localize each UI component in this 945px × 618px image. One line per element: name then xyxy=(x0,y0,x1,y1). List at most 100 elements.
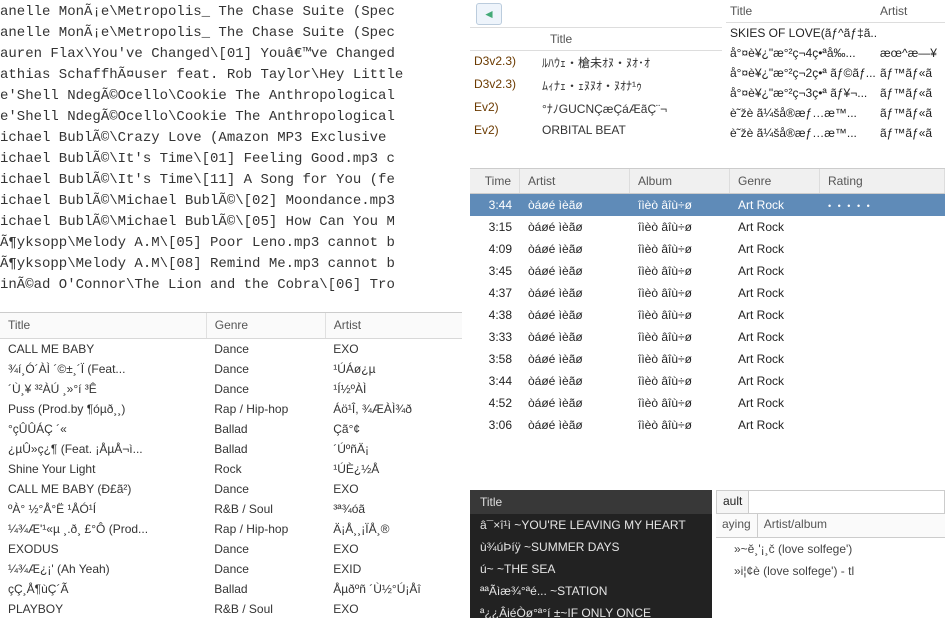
cell-genre: Dance xyxy=(206,479,325,499)
list-item[interactable]: »~ĕ¸'¡¸č (love solfege') xyxy=(716,538,945,560)
table-row[interactable]: EXODUSDanceEXO xyxy=(0,539,462,559)
cell-genre: Rock xyxy=(206,459,325,479)
cell-genre: R&B / Soul xyxy=(206,599,325,618)
cell-artist: òáøé ìèãø xyxy=(520,304,630,326)
col-title[interactable]: Title xyxy=(470,490,712,514)
col-artist[interactable]: Artist xyxy=(520,169,630,193)
table-row[interactable]: Puss (Prod.by ¶óµð¸¸)Rap / Hip-hopÁö¹Î, … xyxy=(0,399,462,419)
cell-artist: Áö¹Î, ¾ÆÀÌ¾ð xyxy=(325,399,462,419)
cell-title: å°¤è¥¿"æ°²ç¬2ç•ª ãƒ©ãƒ... xyxy=(726,66,876,80)
cell-genre: Art Rock xyxy=(730,348,820,370)
col-genre[interactable]: Genre xyxy=(730,169,820,193)
table-row[interactable]: 3:44òáøé ìèãøîìèò âîù÷øArt Rock• • • • • xyxy=(470,194,945,216)
table-row[interactable]: è˜žè ã¼šå®æƒ…æ™...ãƒ™ãƒ«ã xyxy=(726,123,945,143)
table-row[interactable]: 3:15òáøé ìèãøîìèò âîù÷øArt Rock xyxy=(470,216,945,238)
table-row[interactable]: ¼¾Æ¿¡' (Ah Yeah)DanceEXID xyxy=(0,559,462,579)
cell-title: SKIES OF LOVE(ãƒ^ãƒ‡ã... xyxy=(726,26,876,40)
table-row[interactable]: ´Ù¸¥ ³²ÀÚ ¸»°í ³ÊDance¹Í½ºÀÌ xyxy=(0,379,462,399)
table-row[interactable]: 3:45òáøé ìèãøîìèò âîù÷øArt Rock xyxy=(470,260,945,282)
cell-time: 3:45 xyxy=(470,260,520,282)
cell-genre: Art Rock xyxy=(730,282,820,304)
cell-album: îìèò âîù÷ø xyxy=(630,260,730,282)
list-item[interactable]: ú~ ~THE SEA xyxy=(470,558,712,580)
list-item[interactable]: ªªÃìæ¾°ªé... ~STATION xyxy=(470,580,712,602)
col-title[interactable]: Title xyxy=(542,28,580,50)
table-row[interactable]: å°¤è¥¿"æ°²ç¬3ç•ª ãƒ¥¬...ãƒ™ãƒ«ã xyxy=(726,83,945,103)
cell-title: CALL ME BABY (Ð£ã²) xyxy=(0,479,206,499)
cell-genre: R&B / Soul xyxy=(206,499,325,519)
table-row[interactable]: D3v2.3)ﾙﾊｳｪ・槍未ｵﾇ・ﾇｵ･ｵ xyxy=(470,51,722,74)
table-row[interactable]: D3v2.3)ﾑｨﾅｪ・ｪﾇﾇｵ・ﾇｵﾅ¹ｩ xyxy=(470,74,722,97)
table-row[interactable]: çÇ¸Å¶ùÇ´ÃBalladÅµðºñ ´Ù½°Ú¡Åî xyxy=(0,579,462,599)
table-row[interactable]: 3:44òáøé ìèãøîìèò âîù÷øArt Rock xyxy=(470,370,945,392)
cell-artist: ãƒ™ãƒ«ã xyxy=(876,106,932,120)
cell-title: EXODUS xyxy=(0,539,206,559)
col-playing[interactable]: aying xyxy=(716,514,758,537)
cell-title: Puss (Prod.by ¶óµð¸¸) xyxy=(0,399,206,419)
cell-artist: òáøé ìèãø xyxy=(520,392,630,414)
table-row[interactable]: ¾í¸Ó´ÀÌ ´©±¸´Ï (Feat...Dance¹ÚÁø¿µ xyxy=(0,359,462,379)
table-row[interactable]: è˜žè ã¼šå®æƒ…æ™...ãƒ™ãƒ«ã xyxy=(726,103,945,123)
table-row[interactable]: ¿µÛ»ç¿¶ (Feat. ¡ÅµÅ¬ì...Ballad´ÚºñÄ¡ xyxy=(0,439,462,459)
table-row[interactable]: Ev2)°ﾅﾉGUCNÇæÇáÆãÇ¨¬ xyxy=(470,97,722,120)
cell-title: PLAYBOY xyxy=(0,599,206,618)
cell-artist: ³ª¾óã xyxy=(325,499,462,519)
table-row[interactable]: CALL ME BABY (Ð£ã²)DanceEXO xyxy=(0,479,462,499)
log-output: anelle MonÃ¡e\Metropolis_ The Chase Suit… xyxy=(0,0,462,296)
table-row[interactable]: 4:09òáøé ìèãøîìèò âîù÷øArt Rock xyxy=(470,238,945,260)
table-row[interactable]: PLAYBOYR&B / SoulEXO xyxy=(0,599,462,618)
cell-album: îìèò âîù÷ø xyxy=(630,414,730,436)
table-row[interactable]: Ev2)ORBITAL BEAT xyxy=(470,120,722,140)
cell-artist: òáøé ìèãø xyxy=(520,370,630,392)
table-row[interactable]: 3:58òáøé ìèãøîìèò âîù÷øArt Rock xyxy=(470,348,945,370)
cell-artist: òáøé ìèãø xyxy=(520,238,630,260)
table-row[interactable]: 4:52òáøé ìèãøîìèò âîù÷øArt Rock xyxy=(470,392,945,414)
col-title[interactable]: Title xyxy=(0,313,206,339)
table-row[interactable]: ºÀ° ½°Å°Ë ¹ÅÓ¹ÍR&B / Soul³ª¾óã xyxy=(0,499,462,519)
tab-blank xyxy=(749,490,945,514)
cell-genre: Dance xyxy=(206,379,325,399)
list-item[interactable]: ª¿¿ÂiéÒø°ª°í ±~IF ONLY ONCE xyxy=(470,602,712,618)
table-row[interactable]: Shine Your LightRock¹ÚÈ¿½Å xyxy=(0,459,462,479)
col-artist-album[interactable]: Artist/album xyxy=(758,514,945,537)
cell-rating xyxy=(820,304,945,326)
cell-artist: Çã°¢ xyxy=(325,419,462,439)
col-time[interactable]: Time xyxy=(470,169,520,193)
cell-rating xyxy=(820,370,945,392)
list-item[interactable]: »i¦¢è (love solfege') - tl xyxy=(716,560,945,582)
cell-time: 3:44 xyxy=(470,194,520,216)
col-album[interactable]: Album xyxy=(630,169,730,193)
cell-album: îìèò âîù÷ø xyxy=(630,370,730,392)
cell-artist: ¹Í½ºÀÌ xyxy=(325,379,462,399)
table-row[interactable]: 3:33òáøé ìèãøîìèò âîù÷øArt Rock xyxy=(470,326,945,348)
cell-genre: Art Rock xyxy=(730,304,820,326)
table-row[interactable]: 4:37òáøé ìèãøîìèò âîù÷øArt Rock xyxy=(470,282,945,304)
cell-time: 4:09 xyxy=(470,238,520,260)
cell-genre: Art Rock xyxy=(730,238,820,260)
col-title[interactable]: Title xyxy=(726,4,876,18)
cell-genre: Dance xyxy=(206,559,325,579)
back-button[interactable]: ◄ xyxy=(476,3,502,25)
cell-rating xyxy=(820,414,945,436)
cell-artist: EXID xyxy=(325,559,462,579)
cell-tag: Ev2) xyxy=(470,123,542,137)
table-row[interactable]: å°¤è¥¿"æ°²ç¬2ç•ª ãƒ©ãƒ...ãƒ™ãƒ«ã xyxy=(726,63,945,83)
table-row[interactable]: °çÛÛÁÇ ´«BalladÇã°¢ xyxy=(0,419,462,439)
cell-title: ﾙﾊｳｪ・槍未ｵﾇ・ﾇｵ･ｵ xyxy=(542,54,722,71)
col-rating[interactable]: Rating xyxy=(820,169,945,193)
table-row[interactable]: SKIES OF LOVE(ãƒ^ãƒ‡ã... xyxy=(726,23,945,43)
cell-rating xyxy=(820,260,945,282)
cell-genre: Art Rock xyxy=(730,370,820,392)
table-row[interactable]: 4:38òáøé ìèãøîìèò âîù÷øArt Rock xyxy=(470,304,945,326)
table-row[interactable]: å°¤è¥¿"æ°²ç¬4ç•ªå‰...æœ^æ—¥ xyxy=(726,43,945,63)
col-artist[interactable]: Artist xyxy=(325,313,462,339)
table-row[interactable]: 3:06òáøé ìèãøîìèò âîù÷øArt Rock xyxy=(470,414,945,436)
cell-title: ¼¾Æ¿¡' (Ah Yeah) xyxy=(0,559,206,579)
table-row[interactable]: CALL ME BABYDanceEXO xyxy=(0,339,462,360)
list-item[interactable]: â¯×î¹ì ~YOU'RE LEAVING MY HEART xyxy=(470,514,712,536)
table-row[interactable]: ¼¾Æ'¹«µ ¸.ð¸ £°Ô (Prod...Rap / Hip-hopÄ¡… xyxy=(0,519,462,539)
list-item[interactable]: ù¾úÞíÿ ~SUMMER DAYS xyxy=(470,536,712,558)
col-genre[interactable]: Genre xyxy=(206,313,325,339)
col-artist[interactable]: Artist xyxy=(876,4,907,18)
tab-default[interactable]: ault xyxy=(716,490,749,514)
